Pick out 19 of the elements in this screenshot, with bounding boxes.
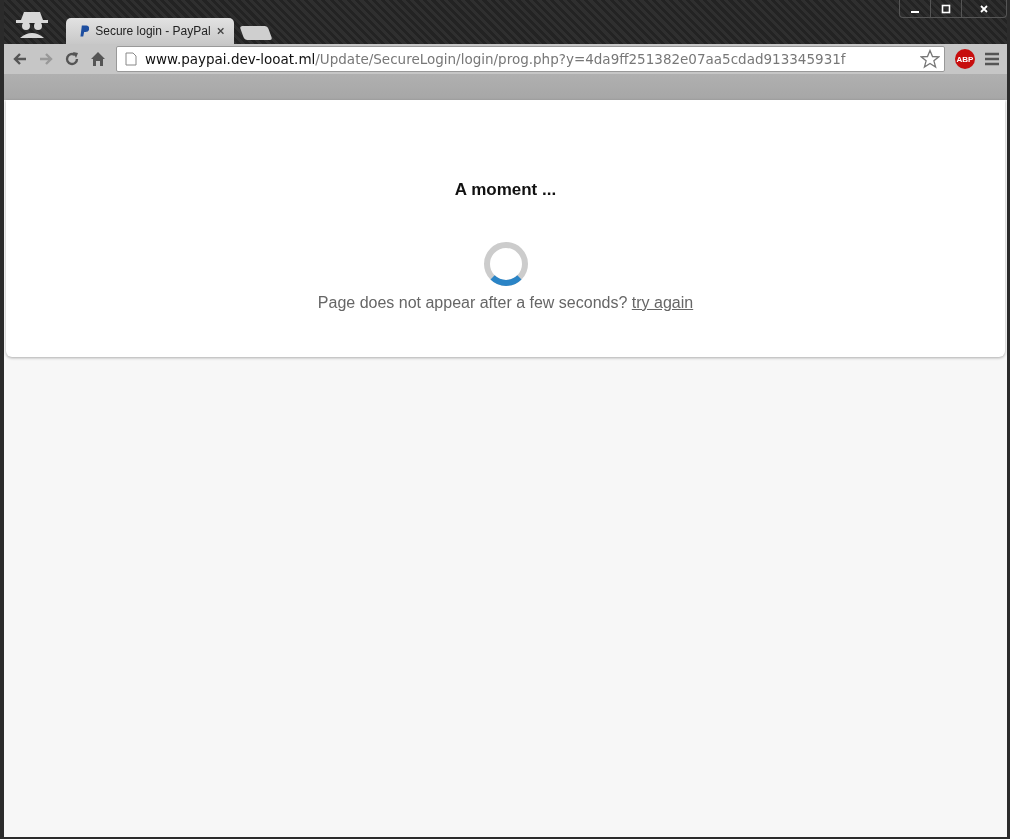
home-icon[interactable] — [90, 51, 106, 67]
adblock-button[interactable]: ABP — [955, 49, 975, 69]
retry-message: Page does not appear after a few seconds? try again — [317, 294, 694, 312]
loading-heading: A moment ... — [454, 180, 557, 200]
address-bar[interactable]: www.paypai.dev-looat.ml/Update/SecureLogin/login/prog.php?y=4da9ff251382e07aa5cdad913345931f — [116, 46, 945, 72]
close-icon — [979, 3, 989, 14]
p-logo-icon — [80, 25, 90, 37]
close-icon[interactable] — [216, 27, 224, 35]
page-icon — [125, 52, 137, 66]
try-again-link[interactable]: try again — [631, 294, 694, 311]
browser-tab[interactable]: Secure login - PayPal — [66, 18, 234, 44]
star-icon[interactable] — [920, 49, 940, 69]
maximize-icon — [941, 3, 951, 14]
reload-icon[interactable] — [64, 51, 80, 67]
minimize-icon — [911, 10, 919, 13]
back-icon[interactable] — [12, 51, 28, 67]
menu-icon[interactable] — [985, 52, 999, 66]
loading-spinner-icon — [481, 240, 530, 288]
new-tab-button[interactable] — [239, 26, 273, 40]
